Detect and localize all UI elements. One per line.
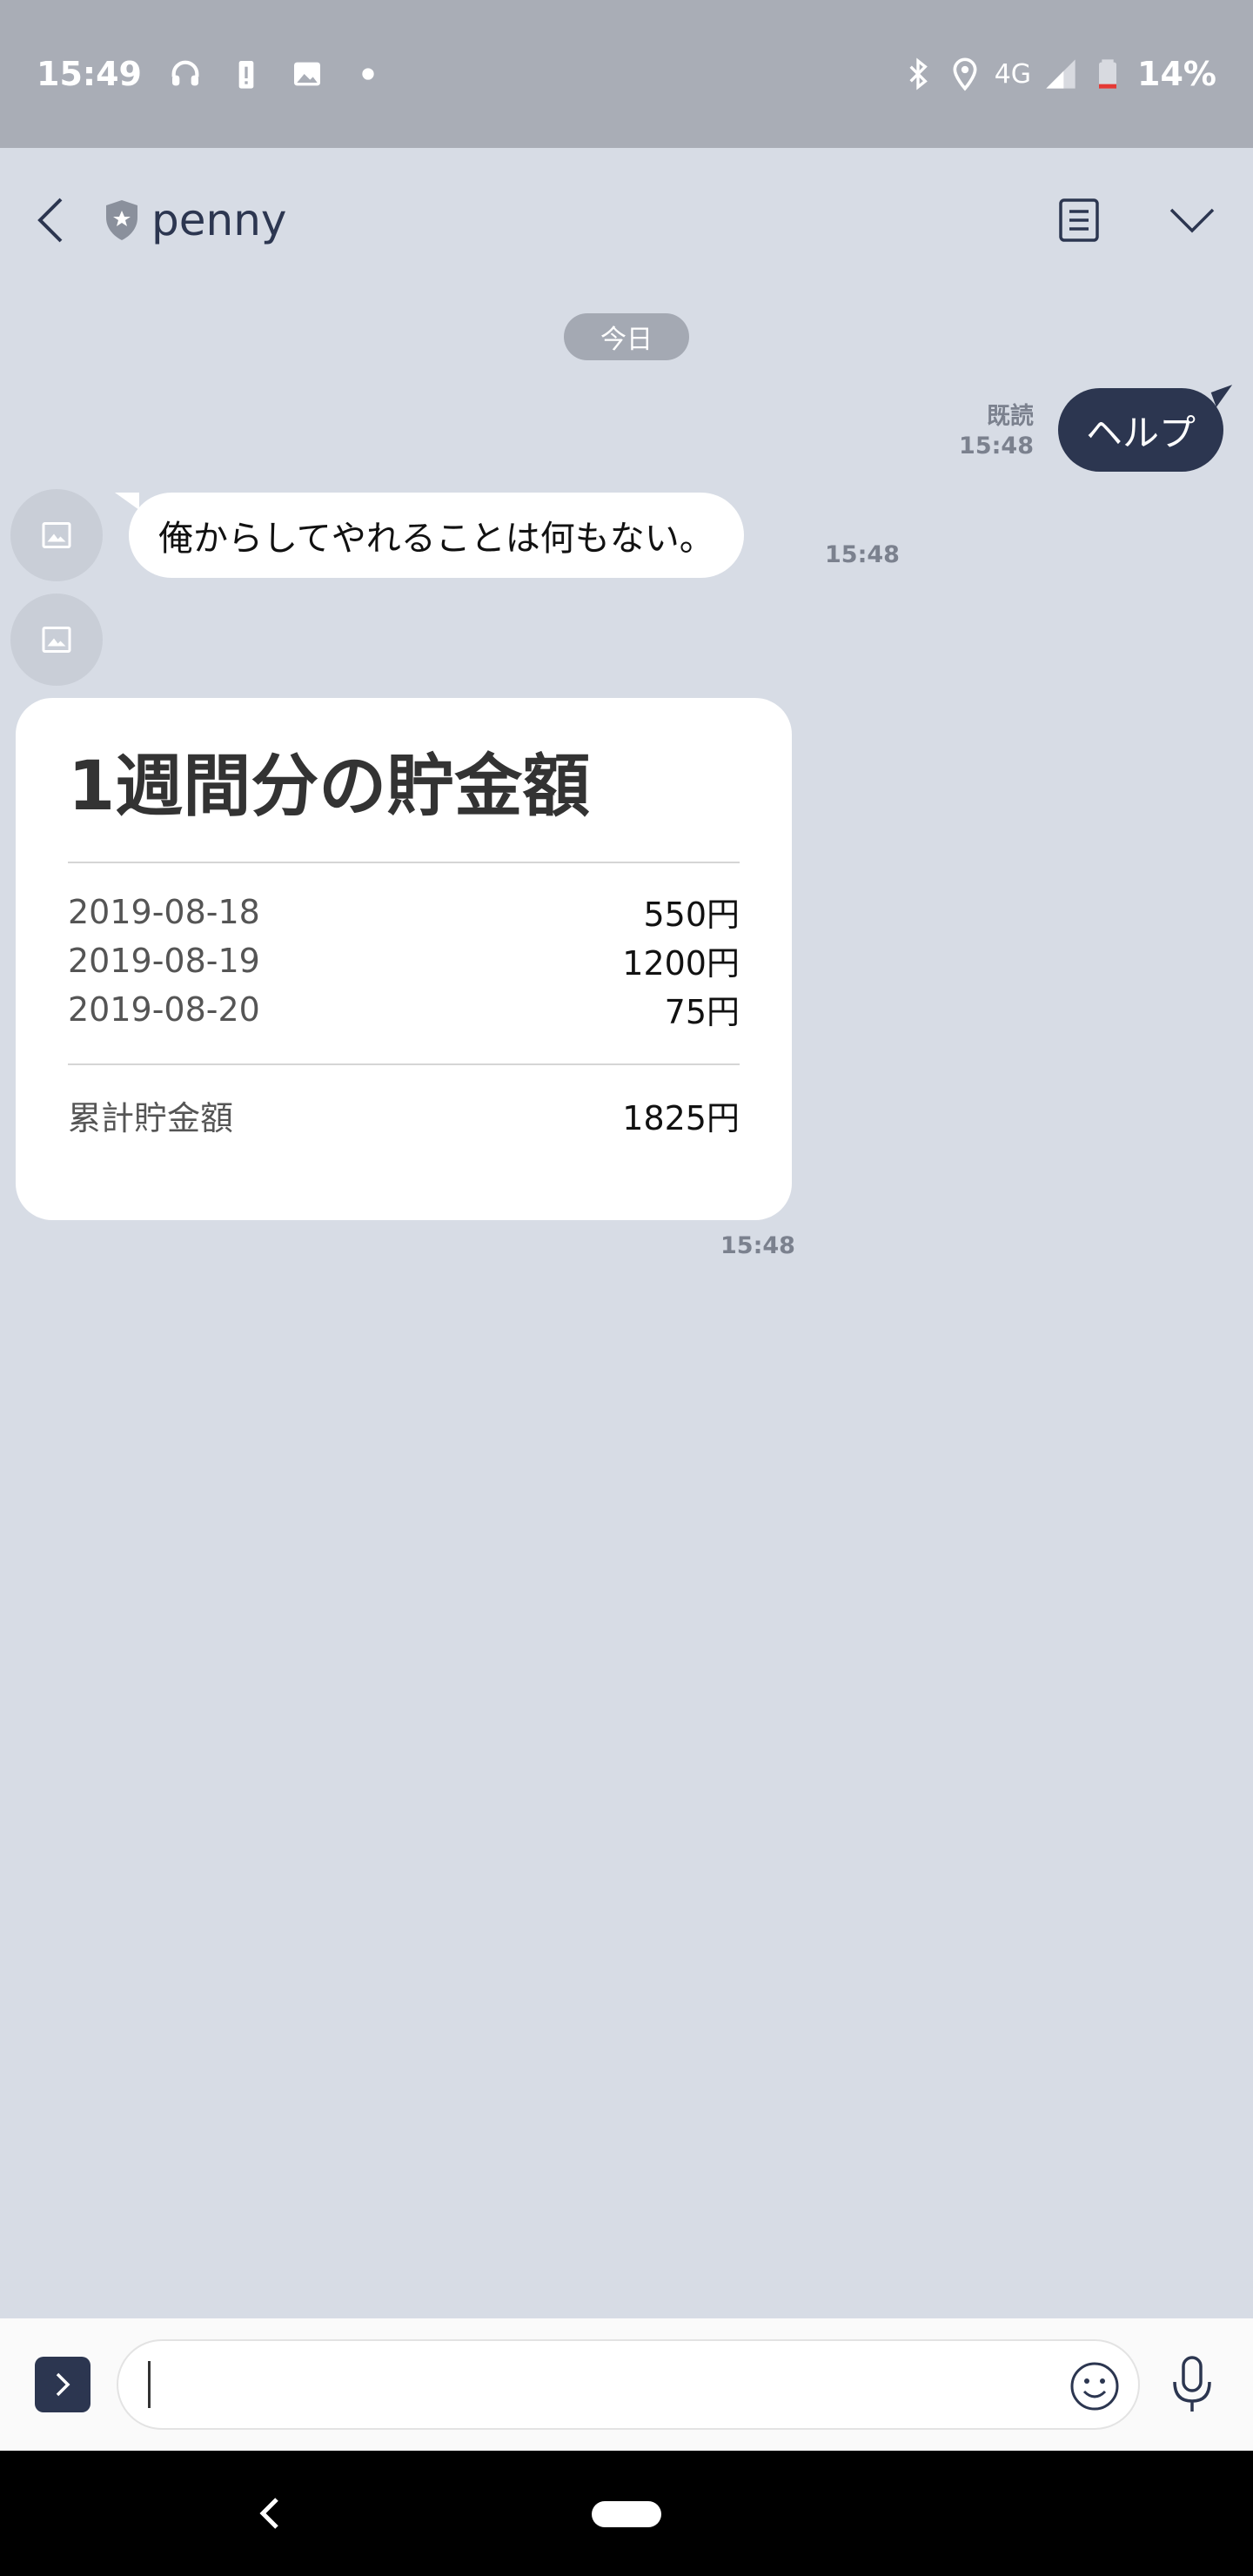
savings-date: 2019-08-18: [68, 892, 260, 931]
emoji-icon[interactable]: [1069, 2360, 1121, 2412]
outgoing-meta: 既読 15:48: [959, 402, 1034, 461]
expand-button[interactable]: [35, 2357, 90, 2412]
back-button[interactable]: [35, 194, 70, 246]
chat-title: penny: [151, 194, 287, 245]
chevron-right-icon: [56, 2372, 70, 2397]
chevron-left-icon: [37, 198, 63, 242]
card-time: 15:48: [720, 1232, 795, 1259]
avatar[interactable]: [10, 594, 103, 686]
divider: [68, 861, 740, 863]
nav-back-icon[interactable]: [252, 2494, 287, 2532]
notes-button[interactable]: [1053, 194, 1105, 246]
card-title: 1週間分の貯金額: [68, 748, 591, 826]
dot-icon: [351, 57, 385, 91]
read-receipt: 既読: [987, 403, 1034, 430]
microphone-icon[interactable]: [1166, 2354, 1218, 2415]
status-icons-left: [168, 57, 385, 91]
message-input-bar: [0, 2318, 1253, 2451]
savings-card[interactable]: 1週間分の貯金額 2019-08-18 550円 2019-08-19 1200…: [16, 698, 792, 1220]
document-icon: [1059, 198, 1099, 242]
status-icons-right: 4G 14%: [901, 55, 1216, 93]
outgoing-bubble-tail: [1210, 385, 1238, 407]
savings-amount: 75円: [664, 993, 740, 1032]
savings-date: 2019-08-19: [68, 941, 260, 980]
savings-row: 2019-08-20 75円: [68, 985, 740, 1034]
bluetooth-icon: [901, 57, 935, 91]
total-amount: 1825円: [622, 1098, 740, 1137]
incoming-bubble-tail: [115, 493, 139, 510]
status-bar: 15:49 4G 14%: [0, 0, 1253, 148]
image-placeholder-icon: [42, 627, 71, 653]
image-icon: [290, 57, 325, 91]
image-placeholder-icon: [42, 522, 71, 548]
date-separator: 今日: [564, 313, 689, 360]
message-input[interactable]: [117, 2339, 1140, 2430]
outgoing-message-bubble[interactable]: ヘルプ: [1057, 388, 1223, 472]
savings-amount: 1200円: [622, 944, 740, 983]
savings-amount: 550円: [643, 896, 740, 935]
chat-header: penny: [0, 148, 1253, 292]
incoming-message-bubble[interactable]: 俺からしてやれることは何もない。: [129, 493, 744, 578]
official-shield-icon: [106, 199, 137, 240]
text-cursor: [148, 2361, 151, 2408]
divider: [68, 1063, 740, 1065]
savings-row: 2019-08-19 1200円: [68, 936, 740, 985]
system-nav-bar: [0, 2451, 1253, 2576]
battery-alert-icon: [229, 57, 264, 91]
incoming-time: 15:48: [825, 541, 900, 568]
battery-percent: 14%: [1137, 55, 1216, 93]
headset-icon: [168, 57, 203, 91]
signal-icon: [1043, 57, 1078, 91]
total-label: 累計貯金額: [68, 1098, 234, 1137]
header-actions: [1053, 194, 1218, 246]
menu-expand-button[interactable]: [1166, 194, 1218, 246]
chevron-down-icon: [1169, 208, 1215, 232]
outgoing-time: 15:48: [959, 433, 1034, 460]
savings-row: 2019-08-18 550円: [68, 888, 740, 936]
location-icon: [948, 57, 982, 91]
status-time: 15:49: [37, 55, 142, 93]
avatar[interactable]: [10, 489, 103, 581]
total-row: 累計貯金額 1825円: [68, 1091, 740, 1139]
savings-date: 2019-08-20: [68, 989, 260, 1029]
network-type: 4G: [994, 58, 1032, 90]
nav-home-button[interactable]: [592, 2501, 661, 2527]
battery-icon: [1090, 57, 1125, 91]
